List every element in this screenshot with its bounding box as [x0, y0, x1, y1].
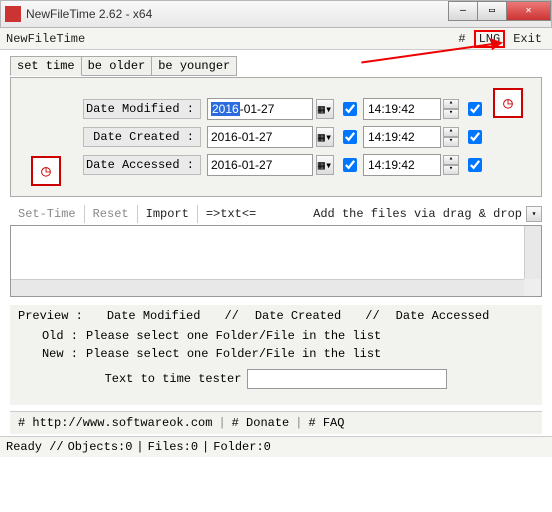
preview-block: Preview : Date Modified // Date Created … [10, 305, 542, 405]
date-created-input[interactable]: 2016-01-27 [207, 126, 313, 148]
footer-faq[interactable]: # FAQ [308, 416, 344, 430]
tester-input[interactable] [247, 369, 447, 389]
exit-menu[interactable]: Exit [509, 31, 546, 47]
footer-url[interactable]: # http://www.softwareok.com [18, 416, 212, 430]
preview-header: Preview : Date Modified // Date Created … [18, 309, 534, 323]
window-title: NewFileTime 2.62 - x64 [26, 7, 152, 21]
time-modified-input[interactable]: 14:19:42 [363, 98, 441, 120]
date-accessed-dropdown[interactable]: ▦▾ [316, 155, 334, 175]
main-area: set time be older be younger ◷ ◷ Date Mo… [0, 50, 552, 436]
tab-be-older[interactable]: be older [81, 56, 153, 76]
chk-modified-date[interactable] [343, 102, 357, 116]
label-modified: Date Modified : [83, 99, 201, 119]
clock-icon: ◷ [31, 156, 61, 186]
date-modified-input[interactable]: 2016-01-27 [207, 98, 313, 120]
lng-menu[interactable]: LNG [474, 30, 506, 48]
row-created: Date Created : 2016-01-27 ▦▾ 14:19:42 ▴▾ [83, 126, 529, 148]
tab-set-time[interactable]: set time [10, 56, 82, 76]
date-modified-dropdown[interactable]: ▦▾ [316, 99, 334, 119]
status-objects: Objects:0 [68, 440, 133, 454]
status-folder: Folder:0 [213, 440, 271, 454]
footer-donate[interactable]: # Donate [232, 416, 290, 430]
scrollbar-horizontal[interactable] [11, 279, 524, 296]
set-time-button[interactable]: Set-Time [10, 205, 85, 223]
window-controls: — ▭ ✕ [449, 1, 551, 21]
time-accessed-input[interactable]: 14:19:42 [363, 154, 441, 176]
chk-modified-time[interactable] [468, 102, 482, 116]
status-ready: Ready // [6, 440, 64, 454]
tab-content: ◷ ◷ Date Modified : 2016-01-27 ▦▾ 14:19:… [10, 77, 542, 197]
close-button[interactable]: ✕ [506, 1, 551, 21]
window-titlebar: NewFileTime 2.62 - x64 — ▭ ✕ [0, 0, 552, 28]
maximize-button[interactable]: ▭ [477, 1, 507, 21]
menubar: NewFileTime # LNG Exit [0, 28, 552, 50]
drag-drop-dropdown[interactable]: ▾ [526, 206, 542, 222]
tab-row: set time be older be younger [10, 56, 542, 76]
scroll-corner [524, 279, 541, 296]
label-created: Date Created : [83, 127, 201, 147]
toolbar: Set-Time Reset Import =>txt<= Add the fi… [10, 205, 542, 223]
time-created-input[interactable]: 14:19:42 [363, 126, 441, 148]
time-modified-spinner[interactable]: ▴▾ [443, 99, 459, 119]
row-accessed: Date Accessed : 2016-01-27 ▦▾ 14:19:42 ▴… [83, 154, 529, 176]
txt-button[interactable]: =>txt<= [198, 205, 264, 223]
status-bar: Ready // Objects:0 | Files:0 | Folder:0 [0, 436, 552, 457]
label-accessed: Date Accessed : [83, 155, 201, 175]
date-accessed-input[interactable]: 2016-01-27 [207, 154, 313, 176]
clock-icon: ◷ [493, 88, 523, 118]
chk-accessed-time[interactable] [468, 158, 482, 172]
minimize-button[interactable]: — [448, 1, 478, 21]
time-created-spinner[interactable]: ▴▾ [443, 127, 459, 147]
row-modified: Date Modified : 2016-01-27 ▦▾ 14:19:42 ▴… [83, 98, 529, 120]
chk-created-date[interactable] [343, 130, 357, 144]
import-button[interactable]: Import [138, 205, 198, 223]
date-created-dropdown[interactable]: ▦▾ [316, 127, 334, 147]
tester-label: Text to time tester [105, 372, 242, 386]
scrollbar-vertical[interactable] [524, 226, 541, 279]
preview-new-row: New : Please select one Folder/File in t… [18, 347, 534, 361]
chk-created-time[interactable] [468, 130, 482, 144]
preview-old-row: Old : Please select one Folder/File in t… [18, 329, 534, 343]
chk-accessed-date[interactable] [343, 158, 357, 172]
reset-button[interactable]: Reset [85, 205, 138, 223]
appname-menu[interactable]: NewFileTime [6, 32, 85, 46]
app-icon [5, 6, 21, 22]
file-list[interactable] [10, 225, 542, 297]
tester-row: Text to time tester [18, 369, 534, 389]
status-files: Files:0 [148, 440, 198, 454]
footer-links: # http://www.softwareok.com | # Donate |… [10, 411, 542, 434]
hash-menu[interactable]: # [454, 31, 469, 47]
time-accessed-spinner[interactable]: ▴▾ [443, 155, 459, 175]
drag-drop-label: Add the files via drag & drop [313, 207, 522, 221]
tab-be-younger[interactable]: be younger [151, 56, 237, 76]
